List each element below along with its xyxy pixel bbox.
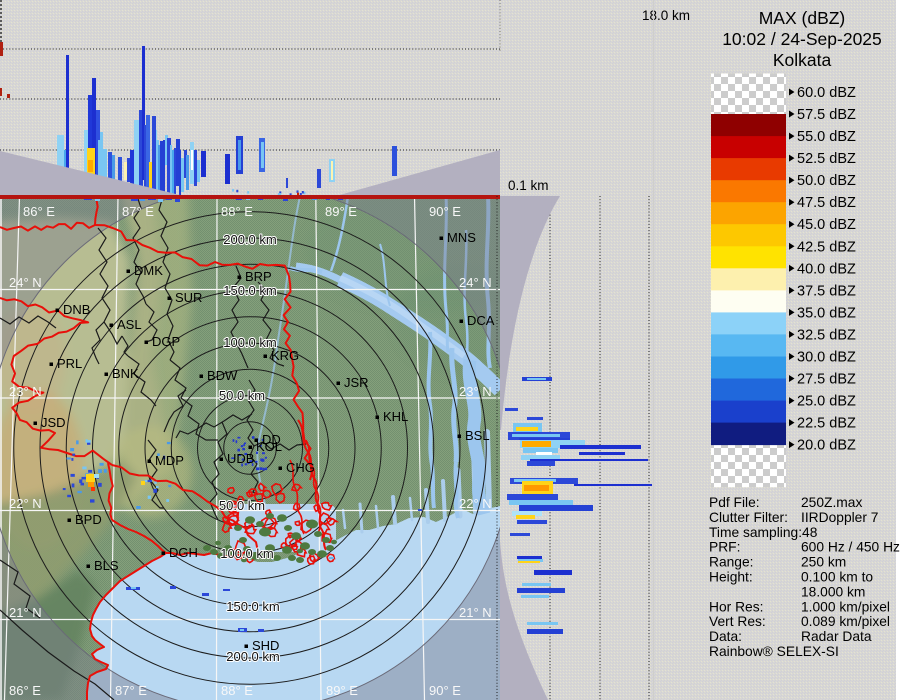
svg-text:89° E: 89° E xyxy=(325,204,357,219)
svg-text:50.0 km: 50.0 km xyxy=(219,498,265,513)
svg-text:40.0 dBZ: 40.0 dBZ xyxy=(797,261,856,277)
svg-text:0.1 km: 0.1 km xyxy=(508,178,549,193)
svg-text:250 km: 250 km xyxy=(801,555,846,570)
svg-text:100.0 km: 100.0 km xyxy=(223,335,276,350)
svg-text:50.0 km: 50.0 km xyxy=(219,388,265,403)
svg-text:52.5 dBZ: 52.5 dBZ xyxy=(797,151,856,167)
svg-text:86° E: 86° E xyxy=(9,683,41,698)
svg-text:22° N: 22° N xyxy=(459,496,492,511)
svg-text:PRF:: PRF: xyxy=(709,540,740,555)
svg-text:60.0 dBZ: 60.0 dBZ xyxy=(797,85,856,101)
svg-text:600 Hz / 450 Hz: 600 Hz / 450 Hz xyxy=(801,540,900,555)
svg-text:1.000 km/pixel: 1.000 km/pixel xyxy=(801,599,890,614)
svg-text:150.0 km: 150.0 km xyxy=(223,283,276,298)
svg-text:Vert Res:: Vert Res: xyxy=(709,614,766,629)
svg-text:90° E: 90° E xyxy=(429,204,461,219)
svg-text:KOL: KOL xyxy=(256,439,282,454)
svg-text:88° E: 88° E xyxy=(221,683,253,698)
svg-text:Time sampling:48: Time sampling:48 xyxy=(709,525,818,540)
svg-text:Pdf File:: Pdf File: xyxy=(709,495,760,510)
svg-text:24° N: 24° N xyxy=(9,275,42,290)
svg-text:Clutter Filter:: Clutter Filter: xyxy=(709,510,788,525)
svg-text:24° N: 24° N xyxy=(459,275,492,290)
svg-text:KRG: KRG xyxy=(271,348,299,363)
svg-text:50.0 dBZ: 50.0 dBZ xyxy=(797,173,856,189)
svg-text:Range:: Range: xyxy=(709,555,754,570)
svg-text:22.5 dBZ: 22.5 dBZ xyxy=(797,416,856,432)
svg-text:Kolkata: Kolkata xyxy=(773,50,832,70)
svg-text:23° N: 23° N xyxy=(9,384,42,399)
svg-text:Rainbow® SELEX-SI: Rainbow® SELEX-SI xyxy=(709,644,839,659)
svg-text:45.0 dBZ: 45.0 dBZ xyxy=(797,217,856,233)
svg-text:20.0 dBZ: 20.0 dBZ xyxy=(797,438,856,454)
svg-text:DGP: DGP xyxy=(152,334,180,349)
svg-text:0.100 km to: 0.100 km to xyxy=(801,570,873,585)
svg-text:89° E: 89° E xyxy=(326,683,358,698)
svg-text:18.0 km: 18.0 km xyxy=(642,8,690,23)
svg-text:250Z.max: 250Z.max xyxy=(801,495,862,510)
svg-text:90° E: 90° E xyxy=(429,683,461,698)
svg-text:30.0 dBZ: 30.0 dBZ xyxy=(797,350,856,366)
svg-text:Height:: Height: xyxy=(709,570,753,585)
svg-text:87° E: 87° E xyxy=(122,204,154,219)
svg-text:BRP: BRP xyxy=(245,269,272,284)
svg-text:22° N: 22° N xyxy=(9,496,42,511)
svg-text:BNK: BNK xyxy=(112,366,139,381)
svg-text:DGH: DGH xyxy=(169,545,198,560)
svg-text:87° E: 87° E xyxy=(115,683,147,698)
svg-text:0.089 km/pixel: 0.089 km/pixel xyxy=(801,614,890,629)
svg-text:MAX (dBZ): MAX (dBZ) xyxy=(759,8,846,28)
svg-text:BPD: BPD xyxy=(75,512,102,527)
svg-text:BLS: BLS xyxy=(94,558,119,573)
svg-text:IIRDoppler 7: IIRDoppler 7 xyxy=(801,510,878,525)
svg-text:DMK: DMK xyxy=(134,263,163,278)
svg-text:JSR: JSR xyxy=(344,375,369,390)
svg-text:23° N: 23° N xyxy=(459,384,492,399)
svg-text:88° E: 88° E xyxy=(221,204,253,219)
svg-text:BDW: BDW xyxy=(207,368,238,383)
svg-text:KHL: KHL xyxy=(383,409,408,424)
svg-text:55.0 dBZ: 55.0 dBZ xyxy=(797,129,856,145)
svg-text:27.5 dBZ: 27.5 dBZ xyxy=(797,372,856,388)
svg-text:BSL: BSL xyxy=(465,428,490,443)
svg-text:PRL: PRL xyxy=(57,356,82,371)
svg-text:Hor Res:: Hor Res: xyxy=(709,599,763,614)
svg-text:42.5 dBZ: 42.5 dBZ xyxy=(797,239,856,255)
svg-text:SHD: SHD xyxy=(252,638,279,653)
svg-text:Data:: Data: xyxy=(709,629,742,644)
svg-text:DCA: DCA xyxy=(467,313,495,328)
svg-text:86° E: 86° E xyxy=(23,204,55,219)
svg-text:18.000 km: 18.000 km xyxy=(801,584,865,599)
svg-text:25.0 dBZ: 25.0 dBZ xyxy=(797,394,856,410)
svg-text:DNB: DNB xyxy=(63,302,90,317)
svg-text:MNS: MNS xyxy=(447,230,476,245)
svg-text:32.5 dBZ: 32.5 dBZ xyxy=(797,327,856,343)
svg-text:47.5 dBZ: 47.5 dBZ xyxy=(797,195,856,211)
svg-text:ASL: ASL xyxy=(117,317,142,332)
svg-text:JSD: JSD xyxy=(41,415,66,430)
svg-text:MDP: MDP xyxy=(155,453,184,468)
svg-text:200.0 km: 200.0 km xyxy=(223,232,276,247)
svg-text:Radar Data: Radar Data xyxy=(801,629,872,644)
svg-text:10:02 / 24-Sep-2025: 10:02 / 24-Sep-2025 xyxy=(722,29,882,49)
svg-text:CHG: CHG xyxy=(286,460,315,475)
svg-text:21° N: 21° N xyxy=(459,605,492,620)
svg-text:150.0 km: 150.0 km xyxy=(226,599,279,614)
svg-text:100.0 km: 100.0 km xyxy=(220,546,273,561)
svg-text:UDB: UDB xyxy=(227,451,254,466)
svg-text:35.0 dBZ: 35.0 dBZ xyxy=(797,305,856,321)
svg-text:57.5 dBZ: 57.5 dBZ xyxy=(797,107,856,123)
svg-text:37.5 dBZ: 37.5 dBZ xyxy=(797,283,856,299)
svg-text:21° N: 21° N xyxy=(9,605,42,620)
svg-text:SUR: SUR xyxy=(175,290,202,305)
